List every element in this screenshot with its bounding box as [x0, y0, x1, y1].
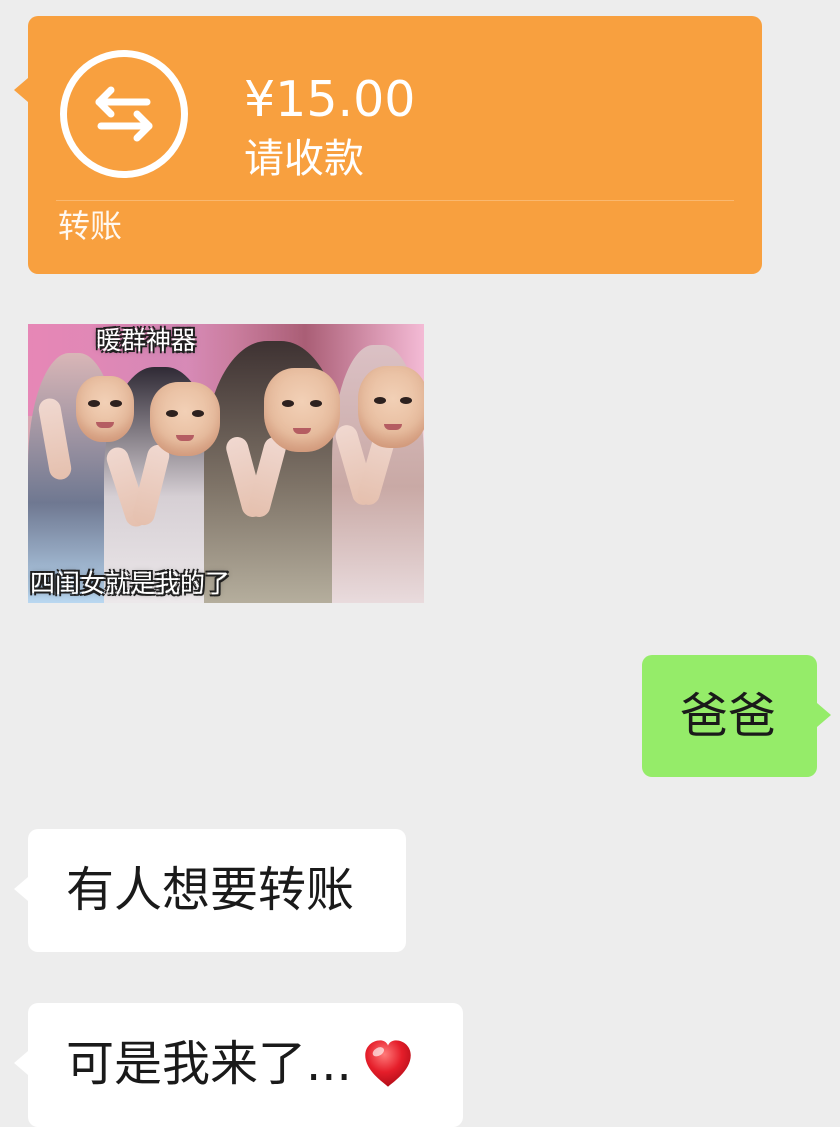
chat-conversation: ¥15.00 请收款 转账 暖群神器 四闺女就是我的了 爸爸 有人想要转账 可是… — [0, 0, 840, 1127]
transfer-amount: ¥15.00 — [244, 71, 416, 128]
mouth-icon — [176, 435, 194, 441]
sticker-face-1 — [76, 376, 134, 442]
transfer-divider — [56, 200, 734, 201]
message-text: 爸爸 — [680, 688, 777, 744]
sticker-image[interactable]: 暖群神器 四闺女就是我的了 — [28, 324, 424, 603]
transfer-status: 请收款 — [244, 136, 364, 182]
eye-icon — [310, 400, 322, 407]
sticker-face-2 — [150, 382, 220, 456]
eye-icon — [374, 397, 386, 404]
eye-icon — [282, 400, 294, 407]
sticker-face-3 — [264, 368, 340, 452]
transfer-footer-label: 转账 — [58, 207, 123, 245]
message-text-with-emoji: 可是我来了... — [66, 1035, 416, 1093]
message-text: 可是我来了... — [66, 1036, 352, 1092]
eye-icon — [166, 410, 178, 417]
eye-icon — [88, 400, 100, 407]
mouth-icon — [384, 424, 402, 430]
sticker-face-4 — [358, 366, 424, 448]
incoming-message-bubble[interactable]: 有人想要转账 — [14, 829, 406, 952]
sticker-bottom-caption: 四闺女就是我的了 — [30, 569, 231, 598]
message-text: 有人想要转账 — [66, 862, 355, 918]
mouth-icon — [96, 422, 114, 428]
eye-icon — [400, 397, 412, 404]
incoming-message-bubble[interactable]: 可是我来了... — [14, 1003, 463, 1127]
eye-icon — [110, 400, 122, 407]
heart-icon — [360, 1036, 416, 1092]
sticker-top-caption: 暖群神器 — [96, 326, 197, 355]
eye-icon — [192, 410, 204, 417]
transfer-card[interactable]: ¥15.00 请收款 转账 — [14, 16, 762, 274]
transfer-icon — [60, 50, 188, 178]
outgoing-message-bubble[interactable]: 爸爸 — [642, 655, 831, 777]
mouth-icon — [293, 428, 311, 434]
